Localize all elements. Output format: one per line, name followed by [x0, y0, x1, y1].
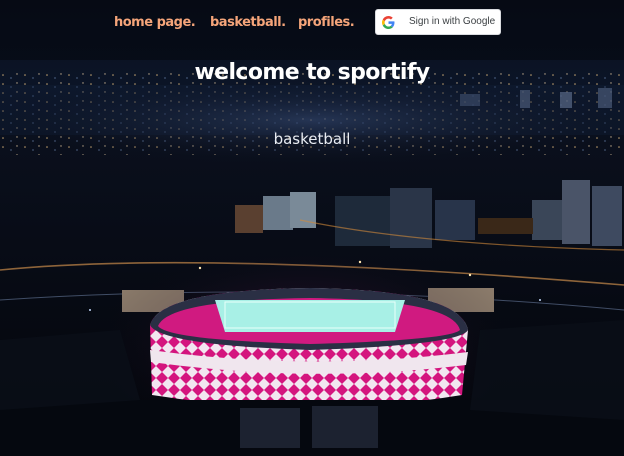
nav-link-home-page[interactable]: home page.	[114, 15, 196, 30]
page: home page. basketball. profiles. Sign in…	[0, 0, 624, 456]
nav-link-profiles[interactable]: profiles.	[298, 15, 355, 30]
nav-link-basketball[interactable]: basketball.	[210, 15, 286, 30]
google-g-icon	[382, 16, 395, 29]
page-subtitle: basketball	[273, 130, 351, 148]
google-signin-button[interactable]: Sign in with Google	[375, 9, 501, 35]
top-nav: home page. basketball. profiles. Sign in…	[0, 0, 624, 46]
google-signin-label: Sign in with Google	[409, 16, 496, 27]
page-title: welcome to sportify	[194, 60, 430, 85]
